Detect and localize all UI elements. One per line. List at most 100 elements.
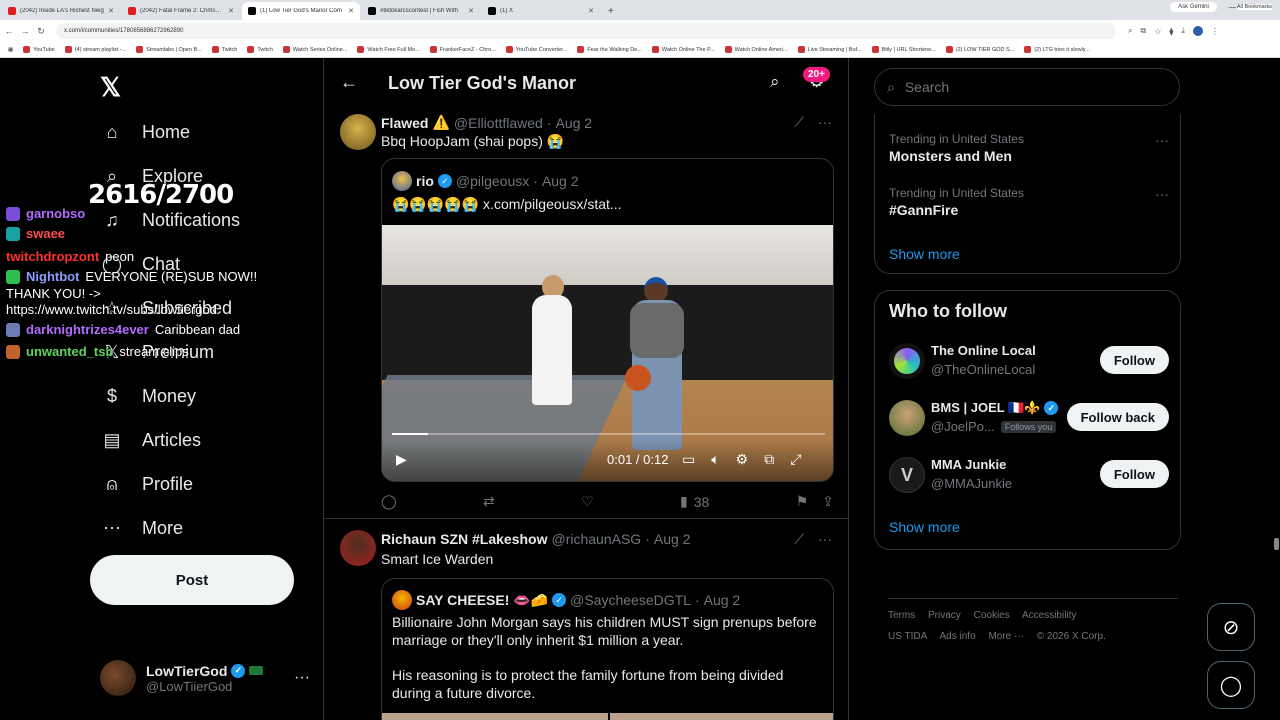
avatar[interactable] (340, 530, 376, 566)
views-button[interactable]: ▮ 38 (680, 493, 709, 510)
more-icon[interactable]: ··· (1155, 132, 1169, 148)
bookmark-star-icon[interactable]: ☆ (1154, 27, 1161, 36)
captions-icon[interactable]: ▭ (682, 451, 695, 468)
quote-tweet[interactable]: SAY CHEESE! 👄🧀 ✓ @SaycheeseDGTL · Aug 2 … (381, 578, 834, 720)
bookmark-item[interactable]: YouTube Converter... (505, 46, 567, 53)
bookmark-icon[interactable]: ⚑ (796, 493, 809, 510)
follow-button[interactable]: Follow (1099, 460, 1169, 488)
bookmark-item[interactable]: (2) LTG tries it slowly... (1024, 46, 1090, 53)
bookmark-item[interactable]: Bitly | URL Shortene... (871, 46, 936, 53)
download-icon[interactable]: ⤓ (1181, 26, 1185, 36)
bookmark-item[interactable]: Twitch (247, 46, 273, 53)
footer-link[interactable]: US TIDA (888, 631, 927, 642)
more-icon[interactable]: ··· (818, 531, 832, 548)
back-arrow-icon[interactable]: ← (340, 72, 358, 93)
grok-icon[interactable]: ⟋ (794, 531, 804, 548)
nav-notifications[interactable]: ♫ Notifications (100, 208, 240, 232)
quote-images[interactable] (382, 713, 833, 720)
author-name[interactable]: Richaun SZN #Lakeshow (381, 531, 547, 547)
scrollbar-thumb[interactable] (1274, 538, 1279, 550)
bookmark-item[interactable]: (4) stream playlist -... (64, 46, 126, 53)
messages-button[interactable]: ◯ (1207, 661, 1255, 709)
search-input[interactable]: ⌕ Search (874, 68, 1180, 106)
close-icon[interactable]: ✕ (588, 7, 594, 15)
account-switcher[interactable]: LowTierGod ✓ @LowTiierGod ··· (100, 660, 310, 696)
video-progress-bar[interactable] (392, 433, 825, 435)
more-icon[interactable]: ··· (818, 114, 832, 131)
apps-icon[interactable]: ▦ (8, 47, 13, 53)
quote-tweet[interactable]: rio ✓ @pilgeousx · Aug 2 😭😭😭😭😭 x.com/pil… (381, 158, 834, 482)
bookmark-item[interactable]: Watch Online Ameri... (724, 46, 788, 53)
nav-subscribed[interactable]: ☆ Subscribed (100, 296, 232, 320)
footer-link[interactable]: Cookies (974, 610, 1010, 621)
bookmark-item[interactable]: Watch Free Full Mo... (357, 46, 420, 53)
bookmark-item[interactable]: (2) LOW TIER GOD S... (945, 46, 1014, 53)
search-icon[interactable]: ⌕ (770, 72, 780, 92)
tweet-date[interactable]: Aug 2 (556, 115, 593, 131)
footer-link[interactable]: Privacy (928, 610, 961, 621)
trend-item[interactable]: Trending in United States #GannFire ··· (889, 186, 1169, 218)
bookmark-item[interactable]: YouTube (23, 46, 55, 53)
new-tab-icon[interactable]: + (608, 2, 614, 20)
back-icon[interactable]: ← (2, 26, 16, 36)
grok-button[interactable]: ⊘ (1207, 603, 1255, 651)
all-bookmarks[interactable]: All Bookmarks (1236, 4, 1272, 10)
url-input[interactable]: x.com/i/communities/1780856886272962890 (56, 23, 1116, 39)
nav-profile[interactable]: ⍝ Profile (100, 472, 193, 496)
trend-item[interactable]: Trending in United States Monsters and M… (889, 132, 1169, 164)
browser-tab[interactable]: (2042) Fatal Frame 2: Crimson B ✕ (122, 2, 240, 20)
close-icon[interactable]: ✕ (468, 7, 474, 15)
nav-chat[interactable]: ◯ Chat (100, 252, 180, 276)
grok-icon[interactable]: ⟋ (794, 114, 804, 131)
minimize-icon[interactable]: — (1229, 4, 1236, 11)
volume-icon[interactable]: 🔈︎ (711, 451, 719, 468)
show-more-link[interactable]: Show more (889, 519, 960, 535)
video-player[interactable]: ▶ 0:01 / 0:12 ▭ 🔈︎ ⚙ ⧉ ⤢ (382, 225, 833, 481)
like-button[interactable]: ♡ (581, 493, 594, 510)
bookmark-item[interactable]: Fear the Walking De... (577, 46, 642, 53)
close-icon[interactable]: ✕ (228, 7, 234, 15)
bookmark-item[interactable]: Watch Series Online... (282, 46, 347, 53)
tweet[interactable]: Richaun SZN #Lakeshow @richaunASG · Aug … (324, 520, 848, 720)
bookmark-item[interactable]: Watch Online The P... (651, 46, 715, 53)
close-icon[interactable]: ✕ (108, 7, 114, 15)
reply-button[interactable]: ◯ (381, 493, 397, 510)
extensions-icon[interactable]: ⧫ (1169, 27, 1173, 36)
nav-home[interactable]: ⌂ Home (100, 120, 190, 144)
browser-tab[interactable]: #tiktokarcscontest | Fish With ✕ (362, 2, 480, 20)
browser-tab-active[interactable]: (1) Low Tier God's Manor Com ✕ (242, 2, 360, 20)
follow-suggestion[interactable]: BMS | JOEL 🇫🇷⚜️ ✓ @JoelPo... Follows you F… (889, 398, 1169, 438)
follow-suggestion[interactable]: The Online Local @TheOnlineLocal Follow (889, 341, 1169, 381)
tweet[interactable]: Flawed ⚠️ @Elliottflawed · Aug 2 ⟋ ··· B… (324, 110, 848, 519)
share-icon[interactable]: ⇪ (822, 493, 834, 510)
nav-more[interactable]: ⋯ More (100, 516, 183, 540)
ask-gemini-button[interactable]: Ask Gemini (1170, 2, 1217, 12)
bookmark-item[interactable]: Streamlabs | Open B... (136, 46, 202, 53)
avatar[interactable] (340, 114, 376, 150)
nav-articles[interactable]: ▤ Articles (100, 428, 201, 452)
reload-icon[interactable]: ↻ (34, 26, 48, 37)
tweet-date[interactable]: Aug 2 (654, 531, 691, 547)
zoom-icon[interactable]: ⌕ (1128, 26, 1132, 36)
more-icon[interactable]: ··· (1155, 186, 1169, 202)
install-icon[interactable]: ⧉ (1140, 26, 1146, 36)
footer-link[interactable]: Terms (888, 610, 915, 621)
bookmark-item[interactable]: Twitch (211, 46, 237, 53)
author-handle[interactable]: @Elliottflawed (454, 115, 543, 131)
author-name[interactable]: Flawed (381, 115, 428, 131)
show-more-link[interactable]: Show more (889, 246, 960, 262)
profile-avatar[interactable] (1192, 26, 1203, 36)
browser-tab[interactable]: (2042) Inside LA's Richest Neig ✕ (2, 2, 120, 20)
footer-link[interactable]: More ··· (988, 631, 1024, 642)
nav-money[interactable]: $ Money (100, 384, 196, 408)
follow-suggestion[interactable]: V MMA Junkie @MMAJunkie Follow (889, 455, 1169, 495)
post-button[interactable]: Post (90, 555, 294, 605)
forward-icon[interactable]: → (18, 26, 32, 36)
menu-icon[interactable]: ⋮ (1211, 27, 1219, 36)
nav-explore[interactable]: ⌕ Explore (100, 164, 203, 188)
x-logo-icon[interactable]: 𝕏 (100, 72, 121, 103)
nav-premium[interactable]: 𝕏 Premium (100, 340, 214, 364)
footer-link[interactable]: Ads info (940, 631, 976, 642)
author-handle[interactable]: @richaunASG (551, 531, 641, 547)
play-icon[interactable]: ▶ (396, 451, 407, 468)
